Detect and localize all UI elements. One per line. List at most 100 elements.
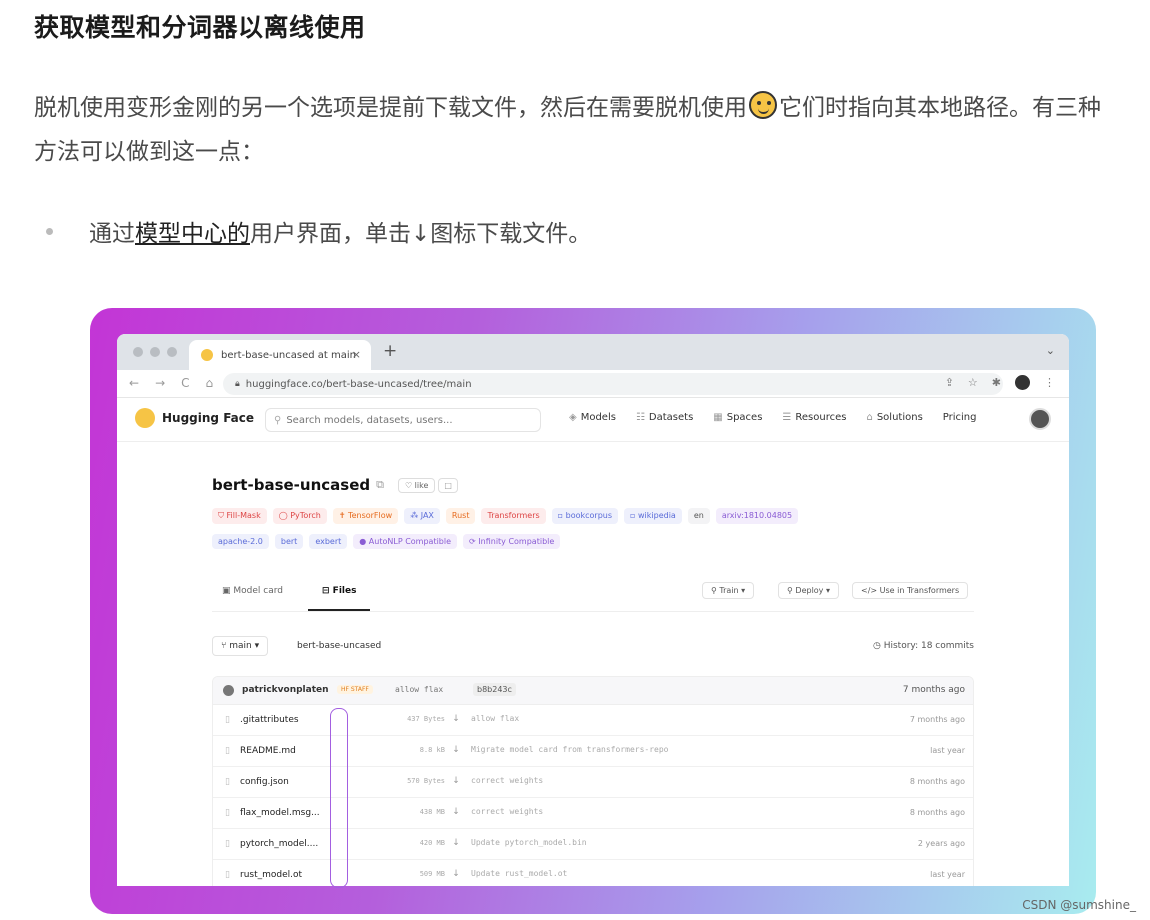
menu-datasets[interactable]: ☷ Datasets bbox=[636, 412, 693, 423]
commit-hash[interactable]: b8b243c bbox=[473, 683, 516, 696]
tag[interactable]: ✝ TensorFlow bbox=[332, 508, 399, 524]
resources-icon: ☰ bbox=[782, 412, 792, 423]
datasets-icon: ☷ bbox=[635, 412, 645, 423]
bullet-item: 通过 模型中心的 用户界面，单击↓图标下载文件。 bbox=[46, 214, 591, 248]
menu-spaces[interactable]: ▦ Spaces bbox=[713, 412, 762, 423]
menu-pricing-label: Pricing bbox=[942, 412, 977, 423]
tag[interactable]: ▫ wikipedia bbox=[624, 508, 682, 524]
browser-tab[interactable]: bert-base-uncased at main × bbox=[189, 340, 371, 370]
like-count: □ bbox=[438, 477, 458, 493]
menu-models[interactable]: ◈ Models bbox=[569, 412, 616, 423]
staff-badge: HF STAFF bbox=[337, 685, 373, 694]
download-icon[interactable]: ↓ bbox=[450, 807, 462, 817]
menu-resources[interactable]: ☰ Resources bbox=[782, 412, 846, 423]
hf-logo-text: Hugging Face bbox=[162, 411, 255, 425]
use-in-transformers-button[interactable]: </> Use in Transformers bbox=[852, 582, 969, 599]
tab-list-chevron-icon[interactable]: ⌄ bbox=[1046, 344, 1055, 357]
tag[interactable]: bert bbox=[274, 534, 304, 549]
tab-model-card[interactable]: ▣ Model card bbox=[222, 586, 283, 596]
file-name[interactable]: flax_model.msg... bbox=[240, 808, 320, 818]
menu-solutions-label: Solutions bbox=[876, 412, 923, 423]
watermark: CSDN @sumshine_ bbox=[1022, 898, 1136, 912]
menu-solutions[interactable]: ⌂ Solutions bbox=[866, 412, 922, 423]
download-icon[interactable]: ↓ bbox=[450, 776, 462, 786]
history-link[interactable]: ◷ History: 18 commits bbox=[873, 641, 974, 651]
tag[interactable]: arxiv:1810.04805 bbox=[715, 508, 799, 524]
file-size: 437 Bytes bbox=[407, 715, 445, 723]
file-size: 8.8 kB bbox=[419, 746, 445, 754]
tag[interactable]: exbert bbox=[309, 534, 348, 549]
hf-logo[interactable]: Hugging Face bbox=[135, 408, 254, 428]
tag[interactable]: apache-2.0 bbox=[212, 534, 269, 549]
share-icon[interactable]: ⇪ bbox=[945, 376, 954, 389]
file-name[interactable]: .gitattributes bbox=[240, 715, 299, 725]
last-commit-row: patrickvonplaten HF STAFF allow flax b8b… bbox=[213, 677, 973, 705]
bullet-dot bbox=[46, 227, 53, 235]
file-time: 8 months ago bbox=[909, 808, 965, 817]
file-row: ▯ pytorch_model.... 420 MB ↓ Update pyto… bbox=[213, 829, 973, 860]
tag[interactable]: ▫ bookcorpus bbox=[551, 508, 619, 524]
profile-avatar[interactable] bbox=[1015, 375, 1030, 390]
file-row: ▯ config.json 570 Bytes ↓ correct weight… bbox=[213, 767, 973, 798]
file-time: last year bbox=[930, 870, 965, 879]
like-button[interactable]: ♡ like bbox=[397, 477, 436, 493]
file-time: 2 years ago bbox=[917, 839, 965, 848]
tag[interactable]: ● AutoNLP Compatible bbox=[353, 534, 458, 549]
file-size: 438 MB bbox=[419, 808, 445, 816]
home-icon[interactable]: ⌂ bbox=[206, 376, 214, 390]
repo-name[interactable]: bert-base-uncased bbox=[212, 476, 370, 494]
tag[interactable]: ◯ PyTorch bbox=[272, 508, 327, 524]
tab-favicon-icon bbox=[201, 349, 213, 361]
file-commit-message[interactable]: Update rust_model.ot bbox=[471, 869, 567, 878]
forward-icon[interactable]: → bbox=[155, 376, 165, 390]
tag[interactable]: ⁂ JAX bbox=[404, 508, 440, 524]
tag[interactable]: Rust bbox=[445, 508, 476, 524]
back-icon[interactable]: ← bbox=[129, 376, 139, 390]
download-icon[interactable]: ↓ bbox=[450, 838, 462, 848]
model-hub-link[interactable]: 模型中心的 bbox=[135, 214, 250, 248]
file-commit-message[interactable]: correct weights bbox=[471, 776, 543, 785]
file-commit-message[interactable]: allow flax bbox=[471, 714, 519, 723]
window-close-dot[interactable] bbox=[133, 347, 143, 357]
deploy-button[interactable]: ⚲ Deploy ▾ bbox=[778, 582, 839, 599]
menu-pricing[interactable]: Pricing bbox=[943, 412, 977, 423]
tag[interactable]: ⛉ Fill-Mask bbox=[212, 508, 267, 524]
file-name[interactable]: pytorch_model.... bbox=[240, 839, 318, 849]
bookmark-star-icon[interactable]: ☆ bbox=[968, 376, 978, 389]
window-minimize-dot[interactable] bbox=[150, 347, 160, 357]
branch-selector[interactable]: ⑂ main ▾ bbox=[212, 636, 269, 656]
search-input[interactable] bbox=[286, 414, 527, 426]
tab-files[interactable]: ⊟ Files bbox=[322, 586, 356, 596]
reload-icon[interactable]: C bbox=[181, 376, 189, 390]
user-avatar[interactable] bbox=[1029, 408, 1051, 430]
download-icon[interactable]: ↓ bbox=[450, 869, 462, 879]
file-commit-message[interactable]: Update pytorch_model.bin bbox=[471, 838, 587, 847]
hf-search[interactable]: ⚲ bbox=[265, 408, 541, 432]
train-button[interactable]: ⚲ Train ▾ bbox=[702, 582, 755, 599]
window-maximize-dot[interactable] bbox=[167, 347, 177, 357]
tag[interactable]: Transformers bbox=[481, 508, 546, 524]
download-icon[interactable]: ↓ bbox=[450, 714, 462, 724]
address-bar[interactable]: 🔒︎ huggingface.co/bert-base-uncased/tree… bbox=[223, 373, 1003, 395]
tag[interactable]: en bbox=[687, 508, 710, 524]
bullet-suffix: 用户界面，单击↓图标下载文件。 bbox=[250, 221, 592, 247]
file-icon: ▯ bbox=[225, 715, 230, 725]
file-icon: ▯ bbox=[225, 839, 230, 849]
extensions-icon[interactable]: ✱ bbox=[992, 376, 1001, 389]
copy-icon[interactable]: ⧉ bbox=[376, 478, 384, 492]
tab-close-icon[interactable]: × bbox=[352, 348, 361, 361]
toolbar-right: ⇪ ☆ ✱ ⋮ bbox=[945, 375, 1055, 390]
file-name[interactable]: config.json bbox=[240, 777, 289, 787]
file-commit-message[interactable]: correct weights bbox=[471, 807, 543, 816]
hf-navbar: Hugging Face ⚲ ◈Models ☷Datasets ▦Spaces… bbox=[117, 398, 1069, 442]
hugging-face-emoji-icon bbox=[749, 91, 777, 119]
file-name[interactable]: README.md bbox=[240, 746, 296, 756]
new-tab-icon[interactable]: + bbox=[383, 341, 397, 361]
file-name[interactable]: rust_model.ot bbox=[240, 870, 302, 880]
file-commit-message[interactable]: Migrate model card from transformers-rep… bbox=[471, 745, 668, 754]
menu-resources-label: Resources bbox=[795, 412, 847, 423]
more-menu-icon[interactable]: ⋮ bbox=[1044, 376, 1055, 389]
commit-user[interactable]: patrickvonplaten bbox=[242, 685, 329, 695]
download-icon[interactable]: ↓ bbox=[450, 745, 462, 755]
tag[interactable]: ⟳ Infinity Compatible bbox=[463, 534, 561, 549]
